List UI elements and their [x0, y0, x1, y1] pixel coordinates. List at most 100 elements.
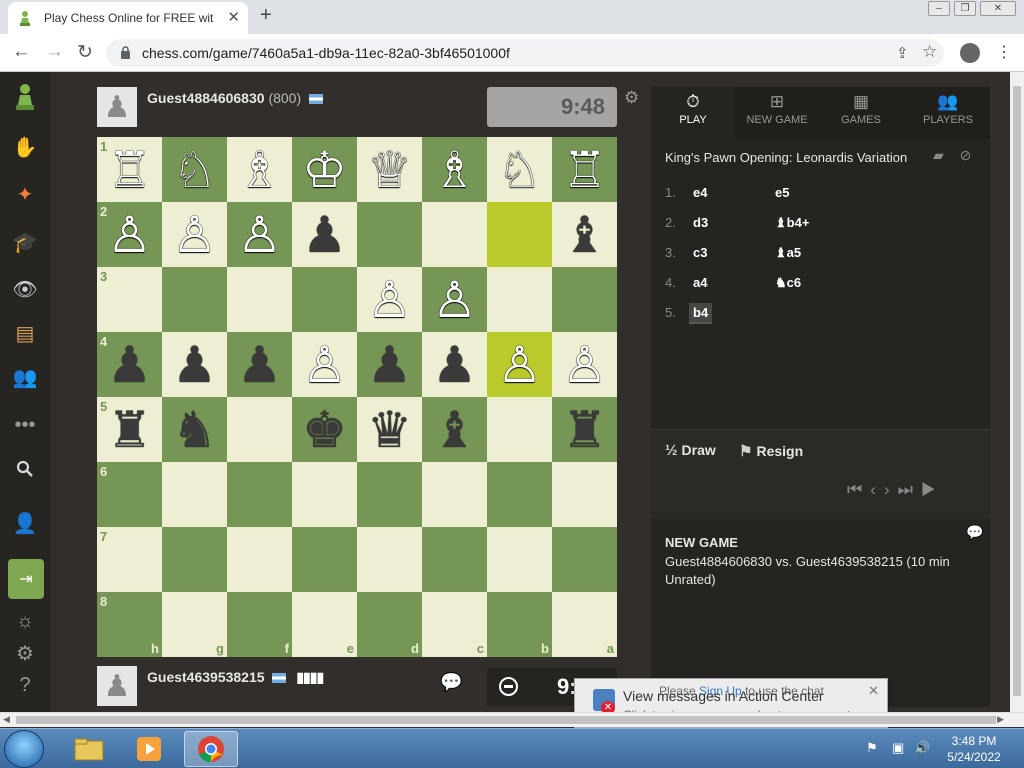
- black-move[interactable]: [771, 303, 779, 307]
- tab-players[interactable]: 👥 PLAYERS: [906, 87, 990, 139]
- white-piece[interactable]: ♙: [497, 340, 542, 390]
- board-square[interactable]: [162, 267, 227, 332]
- white-piece[interactable]: ♙: [302, 340, 347, 390]
- white-piece[interactable]: ♙: [107, 210, 152, 260]
- board-square[interactable]: [487, 527, 552, 592]
- black-piece[interactable]: ♟: [107, 340, 152, 390]
- board-settings-gear-icon[interactable]: ⚙: [624, 88, 639, 108]
- board-square[interactable]: f: [227, 592, 292, 657]
- board-square[interactable]: ♙: [422, 267, 487, 332]
- black-piece[interactable]: ♟: [172, 340, 217, 390]
- board-square[interactable]: 3: [97, 267, 162, 332]
- black-piece[interactable]: ♜: [562, 405, 607, 455]
- action-center-tray-icon[interactable]: ⚑: [866, 740, 878, 756]
- board-square[interactable]: [422, 527, 487, 592]
- black-piece[interactable]: ♟: [432, 340, 477, 390]
- scroll-right-icon[interactable]: ▶: [997, 714, 1004, 725]
- board-square[interactable]: 6: [97, 462, 162, 527]
- board-square[interactable]: ♙: [487, 332, 552, 397]
- more-icon[interactable]: •••: [10, 410, 40, 440]
- top-player-username[interactable]: Guest4884606830: [147, 90, 265, 106]
- board-square[interactable]: [552, 267, 617, 332]
- board-square[interactable]: [552, 527, 617, 592]
- black-move[interactable]: ♝b4+: [771, 213, 813, 233]
- white-move[interactable]: c3: [689, 243, 711, 262]
- board-square[interactable]: ♟: [422, 332, 487, 397]
- black-piece[interactable]: ♜: [107, 405, 152, 455]
- chat-bubble-icon[interactable]: 💬: [966, 524, 983, 541]
- horizontal-scrollbar[interactable]: ◀ ▶: [0, 712, 1024, 727]
- share-icon[interactable]: ⇪: [896, 44, 909, 62]
- white-move[interactable]: e4: [689, 183, 711, 202]
- top-player-name[interactable]: Guest4884606830 (800): [147, 90, 324, 106]
- black-move[interactable]: e5: [771, 183, 793, 202]
- social-icon[interactable]: 👥: [10, 362, 40, 392]
- board-square[interactable]: ♘: [162, 137, 227, 202]
- board-square[interactable]: [227, 267, 292, 332]
- chat-toggle-icon[interactable]: 💬: [440, 672, 462, 693]
- chess-board[interactable]: 1 ♖ ♘ ♗ ♔ ♕ ♗ ♘ ♖ 2 ♙ ♙ ♙ ♟ ♝ 3 ♙ ♙ 4 ♟ ♟ ♟ ♙ ♟ ♟ ♙ ♙ 5 ♜ ♞ ♚ ♛ ♝ ♜ 6 7 8 h g f…: [97, 137, 617, 657]
- board-square[interactable]: ♝: [422, 397, 487, 462]
- board-square[interactable]: ♕: [357, 137, 422, 202]
- back-icon[interactable]: ←: [12, 41, 31, 63]
- board-square[interactable]: [227, 527, 292, 592]
- watch-icon[interactable]: 👁: [10, 274, 40, 304]
- board-square[interactable]: [487, 397, 552, 462]
- board-square[interactable]: [487, 462, 552, 527]
- board-square[interactable]: [552, 462, 617, 527]
- browser-menu-icon[interactable]: ⋮: [996, 42, 1012, 62]
- black-piece[interactable]: ♝: [432, 405, 477, 455]
- board-square[interactable]: [227, 397, 292, 462]
- network-tray-icon[interactable]: ▣: [892, 740, 904, 756]
- profile-icon[interactable]: [960, 43, 980, 63]
- white-move[interactable]: b4: [689, 303, 713, 324]
- board-square[interactable]: [162, 527, 227, 592]
- search-icon[interactable]: [10, 454, 40, 484]
- board-square[interactable]: ♖: [552, 137, 617, 202]
- help-icon[interactable]: ?: [10, 670, 40, 700]
- black-piece[interactable]: ♟: [367, 340, 412, 390]
- tab-new-game[interactable]: ⊞ NEW GAME: [735, 87, 819, 139]
- bottom-player-avatar[interactable]: ♟: [97, 666, 137, 706]
- resign-button[interactable]: ⚑ Resign: [739, 442, 803, 460]
- board-square[interactable]: [422, 202, 487, 267]
- file-explorer-icon[interactable]: [62, 731, 116, 767]
- log-in-icon[interactable]: ⇥: [8, 559, 44, 599]
- board-square[interactable]: ♟: [162, 332, 227, 397]
- white-piece[interactable]: ♕: [367, 145, 412, 195]
- close-notification-icon[interactable]: ✕: [868, 683, 879, 699]
- bookmark-star-icon[interactable]: ☆: [922, 42, 937, 62]
- board-square[interactable]: ♙: [162, 202, 227, 267]
- white-piece[interactable]: ♗: [432, 145, 477, 195]
- start-button-icon[interactable]: [4, 730, 44, 768]
- board-square[interactable]: d: [357, 592, 422, 657]
- board-square[interactable]: [357, 462, 422, 527]
- vertical-scrollbar[interactable]: [1010, 72, 1024, 712]
- chrome-icon[interactable]: [184, 731, 238, 767]
- restore-window-button[interactable]: ❐: [954, 1, 976, 16]
- board-square[interactable]: ♗: [227, 137, 292, 202]
- board-square[interactable]: ♛: [357, 397, 422, 462]
- black-piece[interactable]: ♞: [172, 405, 217, 455]
- move-navigation-controls[interactable]: ⏮‹›⏭▶: [847, 480, 944, 500]
- board-square[interactable]: ♝: [552, 202, 617, 267]
- reload-icon[interactable]: ↻: [77, 41, 93, 64]
- board-square[interactable]: [162, 462, 227, 527]
- white-piece[interactable]: ♘: [497, 145, 542, 195]
- bottom-player-name[interactable]: Guest4639538215 ▮▮▮▮: [147, 669, 324, 686]
- puzzles-icon[interactable]: ✦: [10, 179, 40, 209]
- white-piece[interactable]: ♙: [562, 340, 607, 390]
- board-square[interactable]: ♘: [487, 137, 552, 202]
- board-square[interactable]: ♟: [357, 332, 422, 397]
- horizontal-scroll-thumb[interactable]: [16, 716, 996, 724]
- board-square[interactable]: ♟: [292, 202, 357, 267]
- board-square[interactable]: ♚: [292, 397, 357, 462]
- board-square[interactable]: [422, 462, 487, 527]
- vertical-scroll-thumb[interactable]: [1013, 86, 1021, 696]
- top-player-avatar[interactable]: ♟: [97, 87, 137, 127]
- learn-icon[interactable]: 🎓: [10, 227, 40, 257]
- board-square[interactable]: ♔: [292, 137, 357, 202]
- black-piece[interactable]: ♚: [302, 405, 347, 455]
- white-piece[interactable]: ♙: [367, 275, 412, 325]
- board-square[interactable]: ♜: [552, 397, 617, 462]
